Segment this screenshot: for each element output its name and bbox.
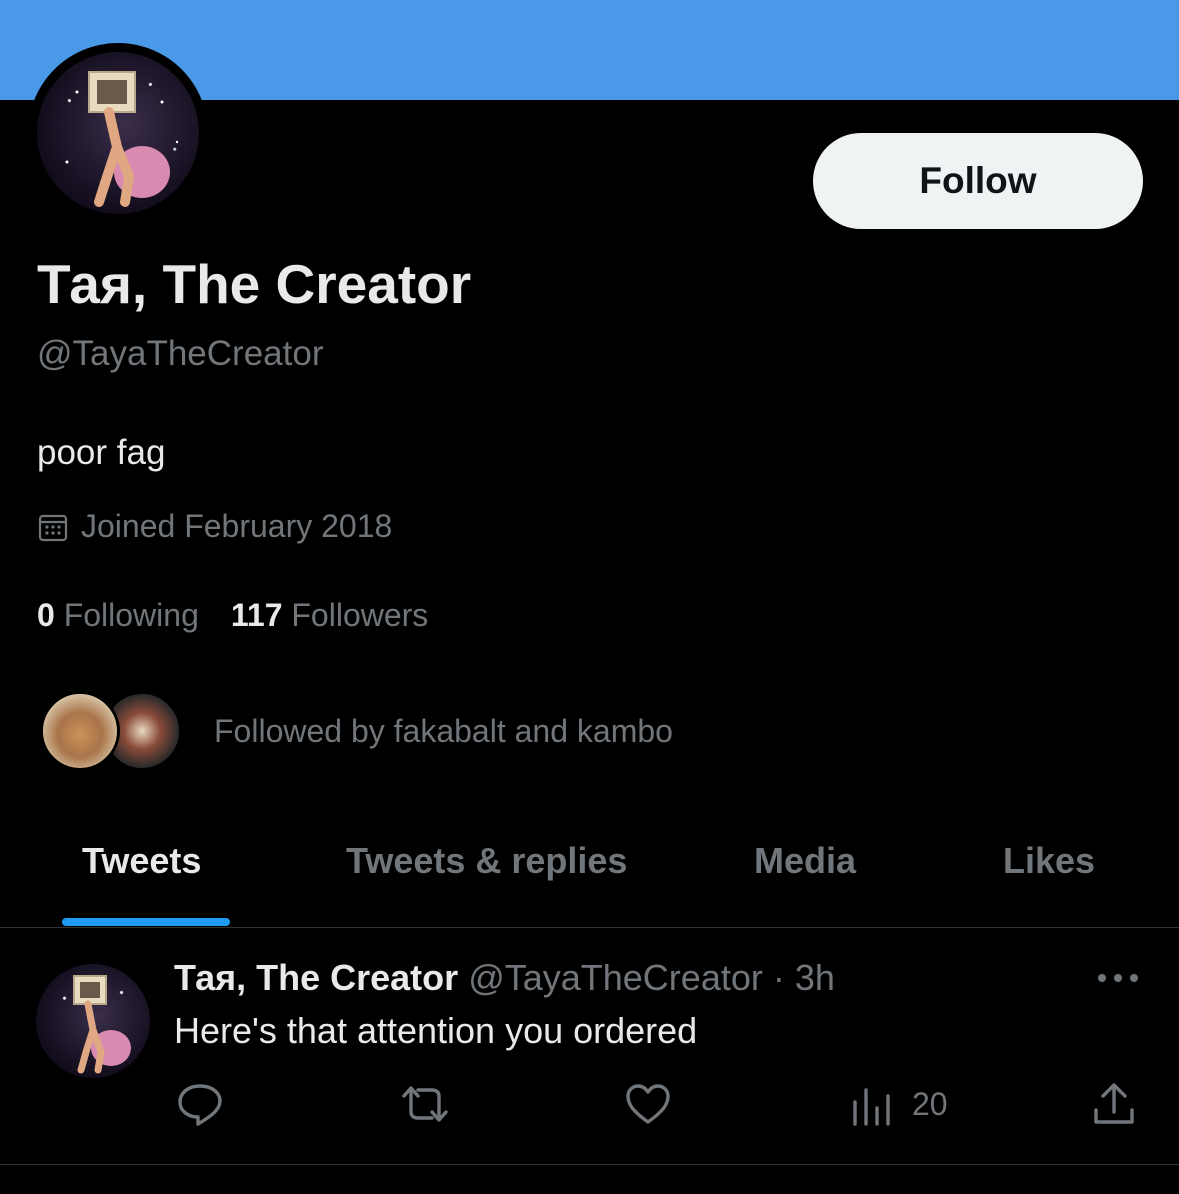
share-button[interactable] bbox=[1090, 1080, 1138, 1128]
tab-media[interactable]: Media bbox=[754, 840, 856, 882]
profile-display-name: Тая, The Creator bbox=[37, 253, 472, 315]
tweet-avatar-figure-image bbox=[73, 975, 131, 1074]
share-icon bbox=[1094, 1083, 1134, 1124]
tab-tweets[interactable]: Tweets bbox=[82, 840, 201, 882]
tweet-author-handle[interactable]: @TayaTheCreator bbox=[468, 957, 763, 998]
tweet-author-avatar[interactable] bbox=[36, 964, 150, 1078]
following-label: Following bbox=[63, 597, 199, 633]
followed-by-row[interactable]: Followed by fakabalt and kambo bbox=[40, 690, 673, 772]
tweet-separator: · bbox=[772, 957, 785, 998]
profile-handle: @TayaTheCreator bbox=[37, 334, 324, 373]
tab-tweets-replies[interactable]: Tweets & replies bbox=[346, 840, 627, 882]
views-count: 20 bbox=[912, 1085, 948, 1122]
follow-stats: 0 Following 117 Followers bbox=[37, 597, 428, 634]
active-tab-indicator bbox=[62, 918, 230, 926]
following-link[interactable]: 0 Following bbox=[37, 597, 199, 634]
tweet-header: Тая, The Creator @TayaTheCreator · 3h bbox=[174, 957, 835, 999]
tweet-author-name[interactable]: Тая, The Creator bbox=[174, 957, 458, 998]
retweet-button[interactable] bbox=[398, 1080, 452, 1128]
joined-label: Joined February 2018 bbox=[81, 508, 393, 544]
views-icon bbox=[853, 1088, 890, 1126]
like-button[interactable] bbox=[624, 1080, 672, 1128]
retweet-icon bbox=[402, 1086, 448, 1122]
tab-likes[interactable]: Likes bbox=[1003, 840, 1095, 882]
profile-bio: poor fag bbox=[37, 433, 166, 472]
following-count: 0 bbox=[37, 597, 55, 633]
followers-link[interactable]: 117 Followers bbox=[231, 597, 428, 634]
tabs-divider bbox=[0, 927, 1179, 928]
calendar-icon bbox=[38, 514, 68, 541]
follow-button[interactable]: Follow bbox=[813, 133, 1143, 229]
joined-date: Joined February 2018 bbox=[37, 508, 392, 545]
reply-button[interactable] bbox=[176, 1080, 224, 1128]
profile-tabs: Tweets Tweets & replies Media Likes bbox=[0, 822, 1179, 926]
reply-icon bbox=[178, 1084, 222, 1126]
followers-label: Followers bbox=[291, 597, 429, 633]
profile-avatar[interactable] bbox=[37, 52, 199, 214]
avatar-figure-image bbox=[65, 71, 179, 207]
tweet-divider bbox=[0, 1164, 1179, 1165]
more-icon[interactable] bbox=[1093, 958, 1143, 998]
followed-by-text: Followed by fakabalt and kambo bbox=[214, 712, 673, 749]
views-button[interactable]: 20 bbox=[850, 1080, 948, 1128]
tweet-time[interactable]: 3h bbox=[795, 957, 835, 998]
followers-count: 117 bbox=[230, 597, 283, 633]
follower-avatar-fakabalt bbox=[40, 691, 120, 771]
like-icon bbox=[626, 1084, 670, 1124]
tweet-text: Here's that attention you ordered bbox=[174, 1010, 698, 1051]
